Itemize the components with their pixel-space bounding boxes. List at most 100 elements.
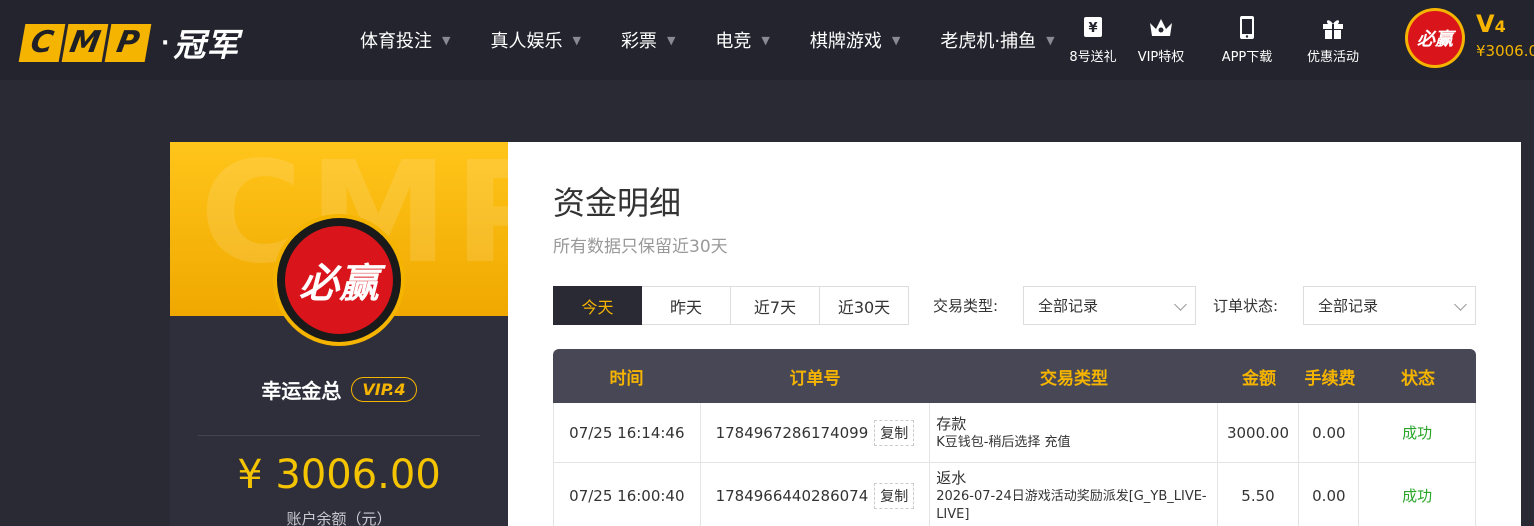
date-range-tabs: 今天 昨天 近7天 近30天	[553, 286, 909, 325]
avatar-frame: 必赢	[277, 218, 401, 342]
logo-letter: M	[61, 24, 109, 62]
vip-badge: VIP.4	[351, 377, 417, 402]
header-vip-level: V4	[1476, 10, 1506, 38]
table-row: 07/25 16:14:46 1784967286174099 复制 存款 K豆…	[553, 403, 1476, 463]
tab-last-30-days[interactable]: 近30天	[820, 286, 909, 325]
logo-dot: ·	[161, 30, 170, 56]
nav-item-card-games[interactable]: 棋牌游戏 ▼	[810, 26, 900, 54]
tool-label: VIP特权	[1137, 50, 1185, 65]
select-value: 全部记录	[1038, 297, 1099, 315]
transactions-table: 时间 订单号 交易类型 金额 手续费 状态 07/25 16:14:46 178…	[553, 349, 1476, 526]
table-row: 07/25 16:00:40 1784966440286074 复制 返水 20…	[553, 463, 1476, 526]
transaction-type-select[interactable]: 全部记录	[1023, 286, 1196, 325]
nav-label: 体育投注	[360, 31, 432, 52]
tool-app-download[interactable]: APP下载	[1204, 14, 1290, 65]
tool-label: APP下载	[1221, 50, 1273, 65]
nav-label: 真人娱乐	[490, 31, 563, 52]
order-status-label: 订单状态:	[1213, 297, 1279, 315]
cell-status: 成功	[1402, 424, 1433, 442]
column-header-amount: 金额	[1242, 368, 1276, 389]
column-header-type: 交易类型	[1040, 368, 1108, 389]
chevron-down-icon	[1454, 298, 1467, 311]
balance-label: 账户余额（元）	[286, 510, 392, 526]
divider	[198, 435, 480, 436]
type-main: 存款	[936, 415, 967, 433]
chevron-down-icon	[1174, 298, 1187, 311]
vip-number: 4	[1494, 17, 1506, 36]
chevron-down-icon: ▼	[572, 33, 581, 47]
cell-fee: 0.00	[1299, 403, 1360, 462]
crown-icon	[1150, 19, 1172, 36]
gift-icon	[1323, 20, 1343, 39]
profile-avatar[interactable]: 必赢	[273, 214, 405, 346]
chevron-down-icon: ▼	[666, 33, 676, 47]
site-logo[interactable]: C M P · 冠军	[18, 20, 240, 66]
chevron-down-icon: ▼	[1046, 33, 1055, 47]
transaction-type-label: 交易类型:	[933, 297, 999, 315]
chevron-down-icon: ▼	[891, 33, 901, 47]
chevron-down-icon: ▼	[761, 33, 770, 47]
avatar-text: 必赢	[1408, 11, 1462, 65]
svg-text:¥: ¥	[1088, 21, 1097, 36]
cell-type: 存款 K豆钱包-稍后选择 充值	[930, 403, 1218, 462]
top-header: C M P · 冠军 体育投注 ▼ 真人娱乐 ▼ 彩票 ▼ 电竞 ▼ 棋牌游戏 ▼ 老虎机…	[0, 0, 1534, 80]
username: 幸运金总	[261, 379, 342, 403]
header-tools: ¥ 8号送礼 VIP特权 APP下载 优惠活动	[1068, 14, 1376, 65]
vip-letter: V	[1476, 10, 1495, 38]
tool-vip[interactable]: VIP特权	[1118, 14, 1204, 65]
account-balance: ¥ 3006.00	[237, 452, 441, 498]
type-detail: K豆钱包-稍后选择 充值	[936, 435, 1071, 450]
tool-label: 优惠活动	[1306, 50, 1359, 65]
column-header-fee: 手续费	[1304, 368, 1356, 389]
nav-label: 电竞	[715, 31, 752, 52]
tool-promotions[interactable]: 优惠活动	[1290, 14, 1376, 65]
type-main: 返水	[936, 469, 967, 487]
logo-letter: P	[104, 24, 152, 62]
type-detail: 2026-07-24日游戏活动奖励派发[G_YB_LIVE-LIVE]	[936, 489, 1207, 522]
profile-panel: CMP 必赢 幸运金总 VIP.4 ¥ 3006.00 账户余额（元）	[170, 142, 508, 526]
cell-amount: 3000.00	[1218, 403, 1300, 462]
cell-time: 07/25 16:14:46	[554, 403, 701, 462]
nav-item-sports[interactable]: 体育投注 ▼	[360, 26, 450, 54]
cell-type: 返水 2026-07-24日游戏活动奖励派发[G_YB_LIVE-LIVE]	[930, 463, 1218, 526]
table-header: 时间 订单号 交易类型 金额 手续费 状态	[553, 349, 1476, 403]
nav-item-slots-fishing[interactable]: 老虎机·捕鱼 ▼	[940, 26, 1054, 54]
nav-label: 棋牌游戏	[809, 31, 882, 52]
tab-today[interactable]: 今天	[553, 286, 642, 325]
nav-label: 老虎机·捕鱼	[940, 31, 1037, 52]
nav-label: 彩票	[620, 31, 657, 52]
tool-label: 8号送礼	[1069, 50, 1117, 65]
copy-button[interactable]: 复制	[874, 419, 915, 446]
header-avatar[interactable]: 必赢	[1405, 8, 1465, 68]
column-header-status: 状态	[1401, 368, 1435, 389]
funds-detail-panel: 资金明细 所有数据只保留近30天 今天 昨天 近7天 近30天 交易类型: 全部…	[508, 142, 1521, 526]
order-status-select[interactable]: 全部记录	[1303, 286, 1476, 325]
order-number: 1784966440286074	[715, 486, 869, 505]
cell-time: 07/25 16:00:40	[554, 463, 701, 526]
main-nav: 体育投注 ▼ 真人娱乐 ▼ 彩票 ▼ 电竞 ▼ 棋牌游戏 ▼ 老虎机·捕鱼 ▼	[360, 26, 1095, 54]
cell-order: 1784966440286074 复制	[701, 463, 931, 526]
copy-button[interactable]: 复制	[874, 482, 915, 509]
column-header-time: 时间	[609, 368, 644, 389]
money-icon: ¥	[1084, 17, 1102, 37]
page-title: 资金明细	[553, 184, 682, 222]
order-number: 1784967286174099	[715, 423, 869, 442]
nav-item-live-casino[interactable]: 真人娱乐 ▼	[490, 26, 580, 54]
logo-letters: C M P	[18, 24, 152, 62]
nav-item-lottery[interactable]: 彩票 ▼	[621, 26, 675, 54]
cell-order: 1784967286174099 复制	[701, 403, 931, 462]
select-value: 全部记录	[1318, 297, 1379, 315]
column-header-order: 订单号	[789, 368, 841, 389]
cell-fee: 0.00	[1299, 463, 1360, 526]
tool-gift-8[interactable]: ¥ 8号送礼	[1068, 14, 1118, 65]
header-balance: ¥3006.0	[1476, 42, 1534, 60]
tab-yesterday[interactable]: 昨天	[642, 286, 731, 325]
logo-text: 冠军	[173, 26, 240, 64]
cell-status: 成功	[1402, 487, 1433, 505]
tab-last-7-days[interactable]: 近7天	[731, 286, 820, 325]
phone-icon	[1240, 16, 1254, 39]
username-row: 幸运金总 VIP.4	[170, 375, 508, 404]
avatar-text: 必赢	[299, 261, 379, 307]
nav-item-esports[interactable]: 电竞 ▼	[715, 26, 769, 54]
page-subtitle: 所有数据只保留近30天	[553, 237, 728, 257]
